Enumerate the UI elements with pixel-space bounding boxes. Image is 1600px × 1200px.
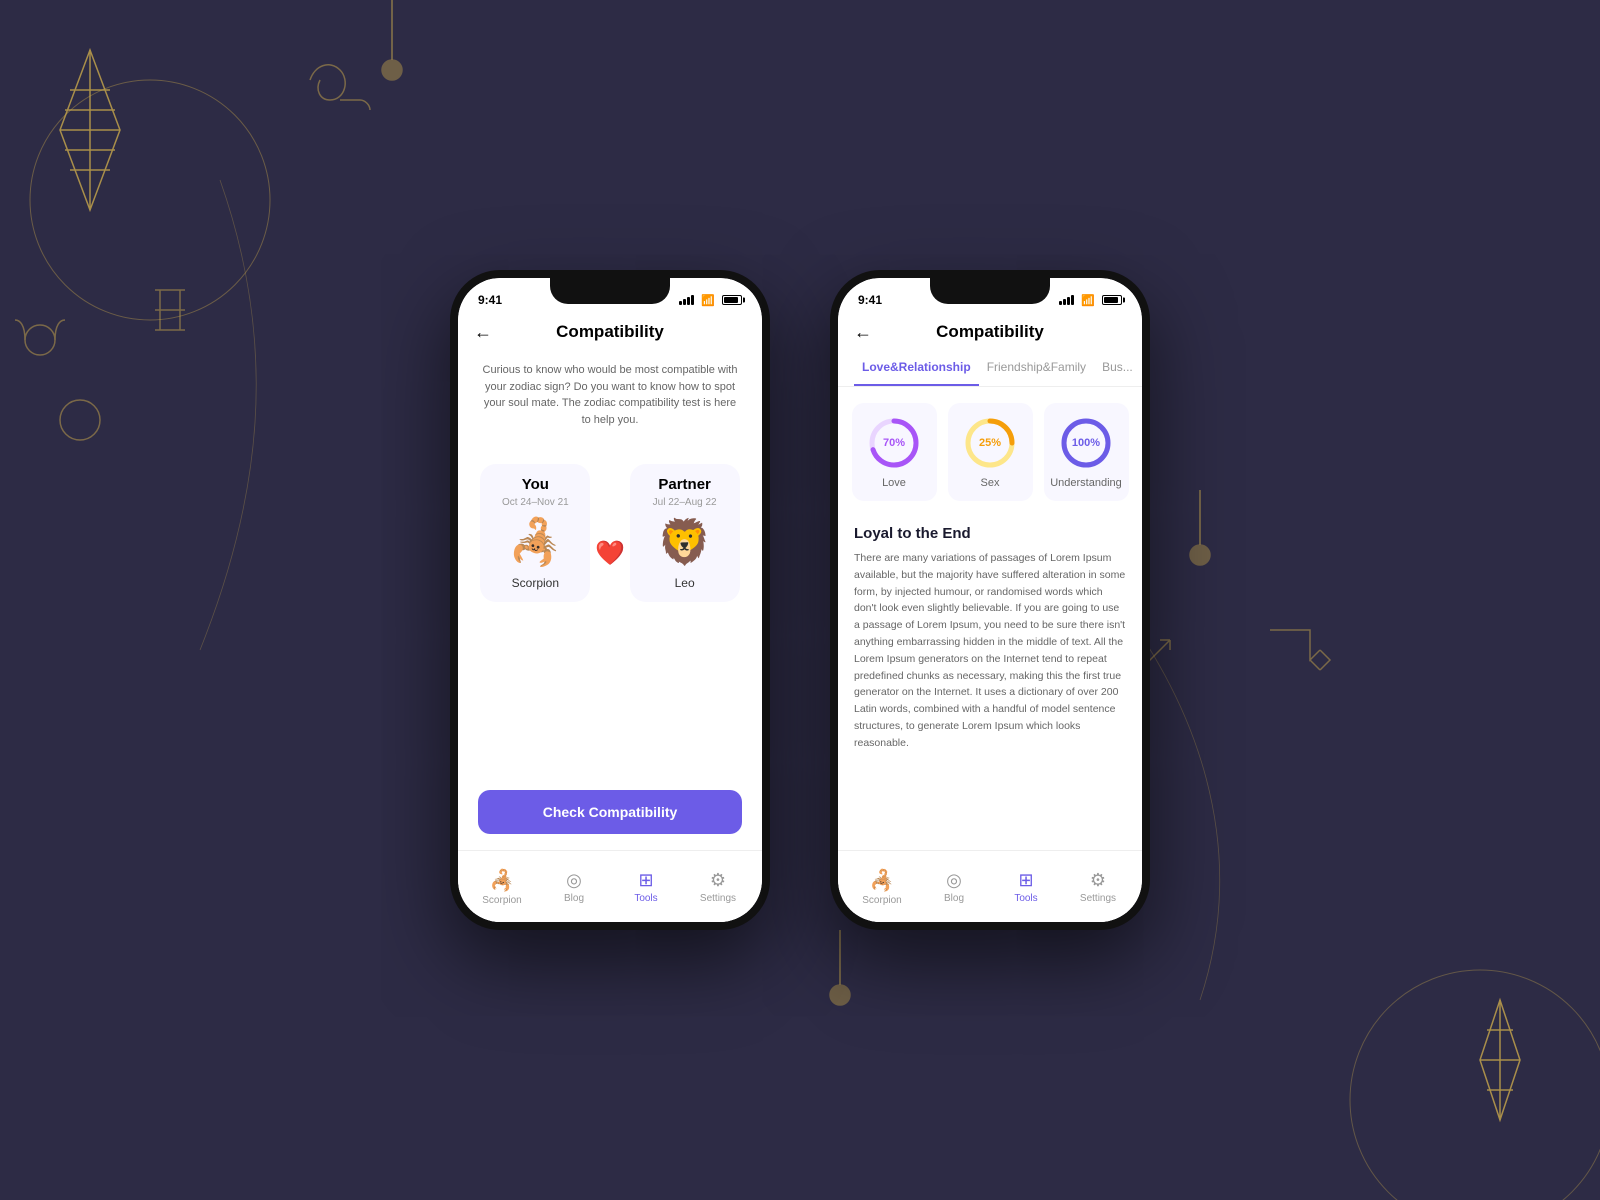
compatibility-section: You Oct 24–Nov 21 🦂 Scorpion ❤️ Partner … (458, 448, 762, 618)
phone-1: 9:41 📶 ← Co (450, 270, 770, 930)
nav-item-settings[interactable]: ⚙ Settings (682, 870, 754, 904)
nav-label-tools-2: Tools (1014, 893, 1037, 904)
settings-nav-icon-2: ⚙ (1090, 870, 1106, 891)
page-title-2: Compatibility (936, 322, 1044, 342)
phone-1-bottom-nav: 🦂 Scorpion ◎ Blog ⊞ Tools ⚙ Settings (458, 850, 762, 922)
partner-date-range: Jul 22–Aug 22 (653, 497, 717, 508)
scorpion-nav-icon-2: 🦂 (870, 868, 895, 893)
heart-divider: ❤️ (595, 504, 625, 602)
tab-bar: Love&Relationship Friendship&Family Bus.… (838, 350, 1142, 387)
nav-item-blog[interactable]: ◎ Blog (538, 870, 610, 904)
signal-icon-2 (1059, 295, 1074, 305)
tab-love-relationship[interactable]: Love&Relationship (854, 350, 979, 386)
battery-icon-2 (1102, 295, 1122, 305)
nav-label-scorpion: Scorpion (482, 895, 521, 906)
wifi-icon: 📶 (701, 294, 715, 307)
description-text: Curious to know who would be most compat… (458, 350, 762, 440)
phone-1-screen: 9:41 📶 ← Co (458, 278, 762, 922)
back-button[interactable]: ← (474, 322, 492, 343)
blog-nav-icon-2: ◎ (946, 870, 962, 891)
phone-2-screen: 9:41 📶 ← Co (838, 278, 1142, 922)
phone-2-bottom-nav: 🦂 Scorpion ◎ Blog ⊞ Tools ⚙ Settings (838, 850, 1142, 922)
love-circle-chart: 70% (866, 415, 922, 471)
signal-icon (679, 295, 694, 305)
sex-label: Sex (981, 477, 1000, 489)
nav-item-scorpion-2[interactable]: 🦂 Scorpion (846, 868, 918, 906)
nav-item-tools[interactable]: ⊞ Tools (610, 870, 682, 904)
partner-card: Partner Jul 22–Aug 22 🦁 Leo (630, 464, 740, 602)
phone-1-status-icons: 📶 (679, 294, 742, 307)
phone-1-content: Curious to know who would be most compat… (458, 350, 762, 922)
phone-2-time: 9:41 (858, 293, 882, 307)
love-label: Love (882, 477, 906, 489)
nav-label-settings-2: Settings (1080, 893, 1116, 904)
tools-nav-icon-2: ⊞ (1018, 870, 1033, 891)
sex-circle-card: 25% Sex (948, 403, 1033, 501)
check-compatibility-button[interactable]: Check Compatibility (478, 790, 742, 834)
you-date-range: Oct 24–Nov 21 (502, 497, 569, 508)
tab-friendship-family[interactable]: Friendship&Family (979, 350, 1094, 386)
understanding-percent: 100% (1072, 437, 1100, 449)
page-title: Compatibility (556, 322, 664, 342)
partner-zodiac-emoji: 🦁 (657, 516, 712, 568)
nav-label-scorpion-2: Scorpion (862, 895, 901, 906)
compat-description: Loyal to the End There are many variatio… (838, 517, 1142, 850)
phone-2: 9:41 📶 ← Co (830, 270, 1150, 930)
back-button-2[interactable]: ← (854, 322, 872, 343)
phone-2-notch (930, 278, 1050, 304)
battery-icon (722, 295, 742, 305)
phone-2-status-icons: 📶 (1059, 294, 1122, 307)
you-card: You Oct 24–Nov 21 🦂 Scorpion (480, 464, 590, 602)
you-label: You (522, 476, 549, 493)
nav-item-scorpion[interactable]: 🦂 Scorpion (466, 868, 538, 906)
circles-row: 70% Love 25% Sex (838, 387, 1142, 517)
compat-title: Loyal to the End (854, 525, 1126, 542)
sex-circle-chart: 25% (962, 415, 1018, 471)
scorpion-nav-icon: 🦂 (490, 868, 515, 893)
compat-body: There are many variations of passages of… (854, 550, 1126, 752)
settings-nav-icon: ⚙ (710, 870, 726, 891)
partner-zodiac-name: Leo (675, 576, 695, 590)
phone-2-content: Love&Relationship Friendship&Family Bus.… (838, 350, 1142, 922)
nav-item-tools-2[interactable]: ⊞ Tools (990, 870, 1062, 904)
understanding-circle-chart: 100% (1058, 415, 1114, 471)
phone-1-notch (550, 278, 670, 304)
phone-1-time: 9:41 (478, 293, 502, 307)
blog-nav-icon: ◎ (566, 870, 582, 891)
phone-1-header: ← Compatibility (458, 314, 762, 350)
phones-container: 9:41 📶 ← Co (450, 270, 1150, 930)
nav-label-tools: Tools (634, 893, 657, 904)
wifi-icon-2: 📶 (1081, 294, 1095, 307)
partner-label: Partner (658, 476, 711, 493)
you-zodiac-name: Scorpion (512, 576, 559, 590)
phone-2-header: ← Compatibility (838, 314, 1142, 350)
tab-business[interactable]: Bus... (1094, 350, 1141, 386)
nav-label-blog-2: Blog (944, 893, 964, 904)
understanding-label: Understanding (1050, 477, 1122, 489)
nav-label-settings: Settings (700, 893, 736, 904)
sex-percent: 25% (979, 437, 1001, 449)
nav-label-blog: Blog (564, 893, 584, 904)
understanding-circle-card: 100% Understanding (1044, 403, 1129, 501)
love-percent: 70% (883, 437, 905, 449)
nav-item-blog-2[interactable]: ◎ Blog (918, 870, 990, 904)
you-zodiac-emoji: 🦂 (508, 516, 563, 568)
love-circle-card: 70% Love (852, 403, 937, 501)
nav-item-settings-2[interactable]: ⚙ Settings (1062, 870, 1134, 904)
tools-nav-icon: ⊞ (638, 870, 653, 891)
